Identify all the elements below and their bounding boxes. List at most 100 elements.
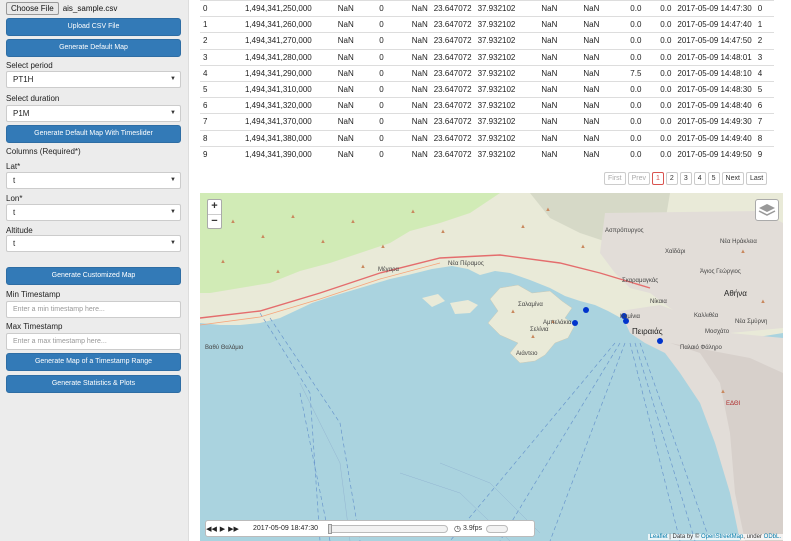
label-peiraias: Πειραιάς [632,327,663,336]
generate-map-timeslider-button[interactable]: Generate Default Map With Timeslider [6,125,181,143]
period-select[interactable]: PT1H ▼ [6,71,181,88]
table-cell: NaN [386,145,431,163]
table-cell: NaN [314,113,357,130]
lat-value: t [13,176,16,185]
prev-page-button[interactable]: Prev [627,172,651,185]
svg-text:▲: ▲ [230,219,236,225]
svg-text:▲: ▲ [220,259,226,265]
lat-select[interactable]: t ▼ [6,172,181,189]
table-cell: 0.0 [602,16,645,33]
table-cell: NaN [560,129,603,147]
table-cell: 1,494,341,390,000 [242,145,315,163]
table-cell: 37.932102 [474,113,519,130]
pagination: First Prev 1 2 3 4 5 Next Last [604,172,768,185]
table-cell: NaN [560,16,603,33]
table-cell: NaN [518,80,561,98]
table-cell: NaN [386,48,431,66]
layers-button[interactable] [755,199,779,221]
table-cell: 2 [754,32,774,50]
altitude-value: t [13,239,16,248]
step-back-icon[interactable]: ◀◀ [206,525,217,533]
timeline-time: 2017-05-09 18:47:30 [253,525,318,532]
table-cell: 4 [200,64,242,82]
attribution-under: , under [743,534,762,540]
time-slider-handle[interactable] [328,523,332,534]
table-cell: 23.647072 [430,0,475,17]
choose-file-button[interactable]: Choose File [6,2,59,15]
max-timestamp-input[interactable]: Enter a max timestamp here... [6,333,181,350]
play-icon[interactable]: ▶ [217,525,228,533]
page-5-button[interactable]: 5 [707,172,720,185]
map[interactable]: ▲ ▲ ▲ ▲ ▲ ▲ ▲ ▲ ▲ ▲ ▲ ▲ ▲ ▲ ▲ ▲ ▲ ▲ ▲ ▲ Μέγαρα Νέα Πέρα… [200,193,783,541]
table-cell: 6 [200,97,242,114]
zoom-out-button[interactable]: − [208,214,221,228]
osm-link[interactable]: OpenStreetMap [701,534,743,540]
label-athina: Αθήνα [724,289,747,298]
table-cell: 37.932102 [474,48,519,66]
table-cell: 2017-05-09 14:47:30 [674,0,755,17]
lon-select[interactable]: t ▼ [6,204,181,221]
upload-csv-button[interactable]: Upload CSV File [6,18,181,36]
table-cell: NaN [518,113,561,130]
vessel-marker[interactable] [572,320,578,326]
select-duration-label: Select duration [6,94,60,103]
table-cell: 1,494,341,370,000 [242,113,315,130]
table-cell: NaN [314,80,357,98]
generate-default-map-button[interactable]: Generate Default Map [6,39,181,57]
table-cell: 23.647072 [430,48,475,66]
step-forward-icon[interactable]: ▶▶ [228,525,239,533]
table-cell: 4 [754,64,774,82]
table-row: 7 1,494,341,370,000 NaN 0 NaN 23.647072 37.932… [200,113,774,130]
altitude-select[interactable]: t ▼ [6,235,181,252]
last-page-button[interactable]: Last [745,172,768,185]
duration-select[interactable]: P1M ▼ [6,105,181,122]
generate-statistics-button[interactable]: Generate Statistics & Plots [6,375,181,393]
table-cell: 1,494,341,320,000 [242,97,315,114]
svg-text:▲: ▲ [350,219,356,225]
table-cell: NaN [386,32,431,50]
table-cell: 0.0 [644,129,675,147]
attribution-text: | Data by © [669,534,700,540]
table-cell: 0.0 [644,16,675,33]
generate-timestamp-range-map-button[interactable]: Generate Map of a Timestamp Range [6,353,181,371]
vessel-marker[interactable] [657,338,663,344]
table-cell: 2017-05-09 14:47:40 [674,16,755,33]
first-page-button[interactable]: First [604,172,626,185]
table-row: 6 1,494,341,320,000 NaN 0 NaN 23.647072 37.932… [200,97,774,114]
table-cell: 2017-05-09 14:48:01 [674,48,755,66]
label-nikaia: Νίκαια [650,299,667,305]
odbl-link[interactable]: ODbL. [764,534,781,540]
table-cell: 23.647072 [430,16,475,33]
min-timestamp-input[interactable]: Enter a min timestamp here... [6,301,181,318]
speed-slider[interactable] [486,524,509,533]
table-cell: 9 [754,145,774,163]
table-cell: 2017-05-09 14:49:50 [674,145,755,163]
label-bay: Βαθύ Θαλάμιο [205,344,244,351]
table-cell: 0.0 [644,0,675,17]
svg-text:▲: ▲ [530,334,536,340]
page-3-button[interactable]: 3 [679,172,692,185]
table-cell: 0.0 [644,32,675,50]
label-salamina: Σαλαμίνα [518,302,543,308]
label-skaramangas: Σκαραμαγκάς [622,277,658,284]
label-palaio-faliro: Παλαιό Φάληρο [680,344,723,351]
table-cell: NaN [518,64,561,82]
time-slider[interactable] [328,523,448,534]
table-cell: 5 [200,80,242,98]
table-cell: 1 [754,16,774,33]
zoom-in-button[interactable]: + [208,200,221,214]
page-1-button[interactable]: 1 [652,172,664,185]
vessel-marker[interactable] [583,307,589,313]
table-cell: 0 [356,80,387,98]
table-cell: 9 [200,145,242,163]
next-page-button[interactable]: Next [721,172,744,185]
generate-customized-map-button[interactable]: Generate Customized Map [6,267,181,285]
svg-text:▲: ▲ [520,224,526,230]
svg-text:▲: ▲ [720,389,726,395]
page-4-button[interactable]: 4 [693,172,706,185]
page-2-button[interactable]: 2 [665,172,678,185]
caret-down-icon: ▼ [170,177,176,183]
leaflet-link[interactable]: Leaflet [650,534,668,540]
label-kaminia: Καμίνια [620,314,641,320]
timeline-control: ◀◀ ▶ ▶▶ 2017-05-09 18:47:30 ◷ 3.9fps [205,520,535,537]
